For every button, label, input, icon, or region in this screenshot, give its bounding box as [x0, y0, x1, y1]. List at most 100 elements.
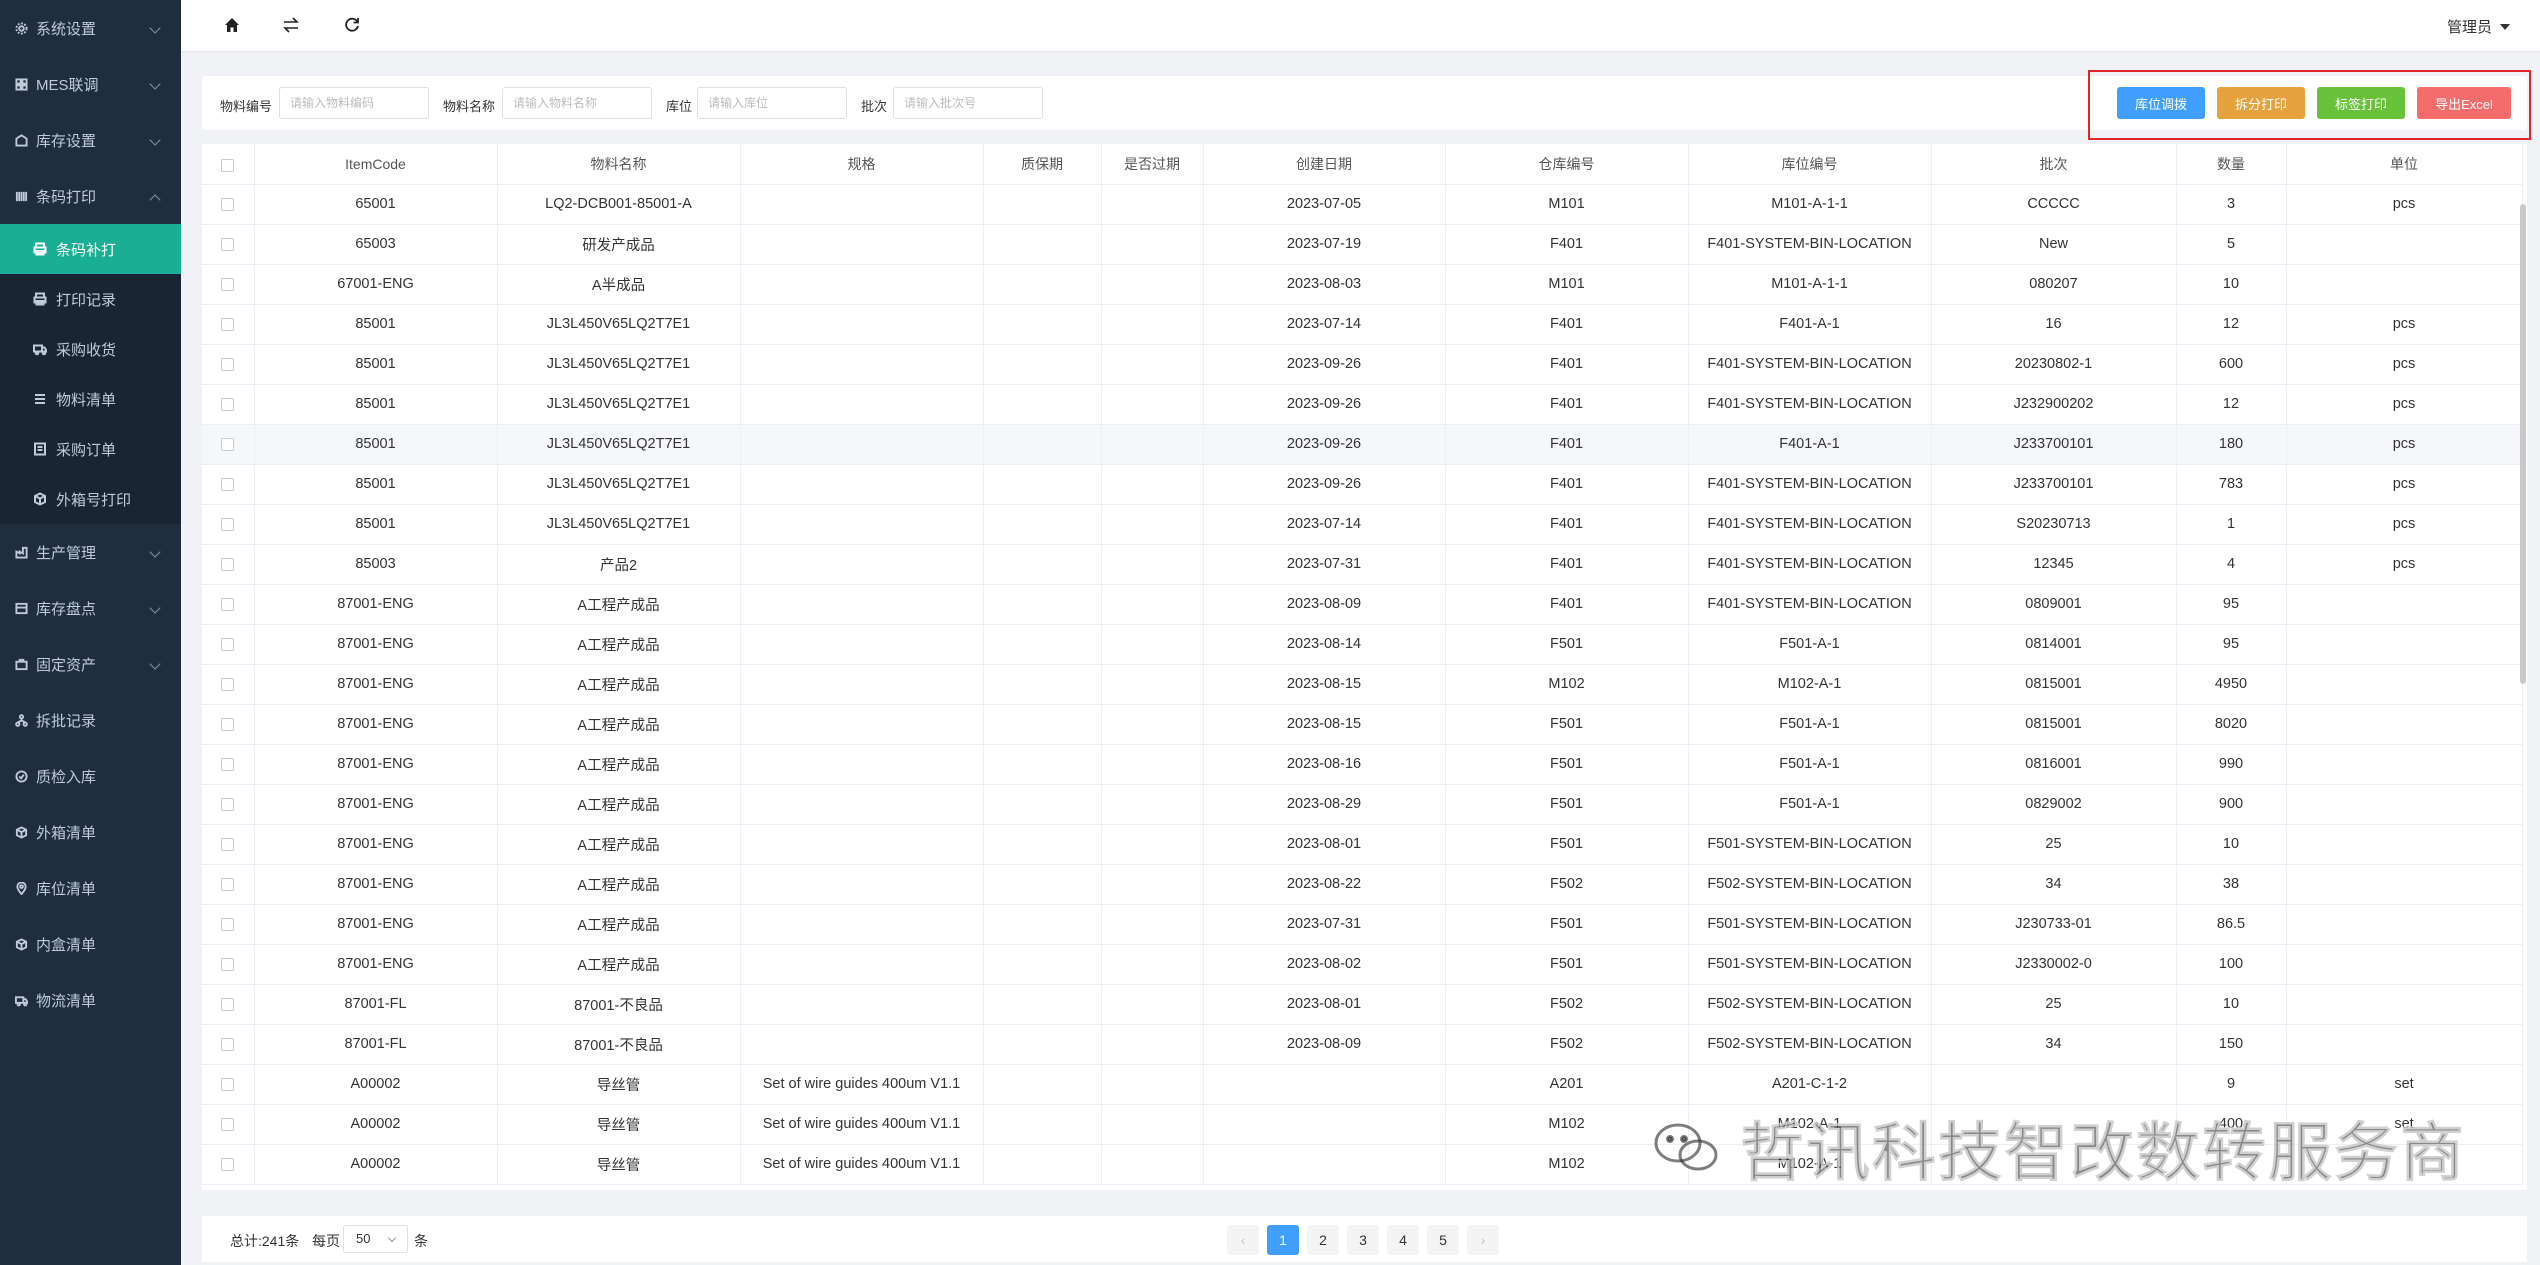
row-select-cell[interactable]	[202, 624, 255, 665]
table-row[interactable]: 85003 产品2 2023-07-31 F401 F401-SYSTEM-BIN-LO…	[202, 544, 2523, 585]
row-select-cell[interactable]	[202, 264, 255, 305]
sidebar-item-5[interactable]: 打印记录	[0, 274, 181, 324]
row-checkbox[interactable]	[221, 557, 235, 571]
row-checkbox[interactable]	[221, 717, 235, 731]
column-header[interactable]: 单位	[2286, 144, 2523, 185]
sidebar-item-11[interactable]: 库存盘点	[0, 580, 181, 636]
row-checkbox[interactable]	[221, 397, 235, 411]
sidebar-item-0[interactable]: 系统设置	[0, 0, 181, 56]
row-select-cell[interactable]	[202, 1024, 255, 1065]
row-select-cell[interactable]	[202, 584, 255, 625]
table-row[interactable]: 87001-ENG A工程产成品 2023-08-02 F501 F501-SYSTEM…	[202, 944, 2523, 985]
table-row[interactable]: 87001-ENG A工程产成品 2023-08-15 M102 M102-A-1 081…	[202, 664, 2523, 705]
column-header[interactable]: 库位编号	[1688, 144, 1932, 185]
user-menu[interactable]: 管理员	[2447, 16, 2510, 37]
select-all-checkbox[interactable]	[221, 158, 235, 172]
row-select-cell[interactable]	[202, 504, 255, 545]
row-checkbox[interactable]	[221, 797, 235, 811]
sidebar-item-3[interactable]: 条码打印	[0, 168, 181, 224]
next-page-button[interactable]: ›	[1467, 1225, 1499, 1255]
row-select-cell[interactable]	[202, 1064, 255, 1105]
row-checkbox[interactable]	[221, 837, 235, 851]
row-checkbox[interactable]	[221, 317, 235, 331]
switch-icon[interactable]	[278, 12, 304, 38]
export-excel-button[interactable]: 导出Excel	[2417, 87, 2511, 119]
table-row[interactable]: 87001-ENG A工程产成品 2023-08-15 F501 F501-A-1 081…	[202, 704, 2523, 745]
table-row[interactable]: 87001-ENG A工程产成品 2023-08-29 F501 F501-A-1 082…	[202, 784, 2523, 825]
row-checkbox[interactable]	[221, 197, 235, 211]
page-button[interactable]: 3	[1347, 1225, 1379, 1255]
column-header[interactable]: 物料名称	[497, 144, 741, 185]
row-select-cell[interactable]	[202, 864, 255, 905]
row-select-cell[interactable]	[202, 704, 255, 745]
sidebar-item-15[interactable]: 外箱清单	[0, 804, 181, 860]
table-row[interactable]: 85001 JL3L450V65LQ2T7E1 2023-07-14 F401 F401…	[202, 504, 2523, 545]
sidebar-item-6[interactable]: 采购收货	[0, 324, 181, 374]
sidebar-item-18[interactable]: 物流清单	[0, 972, 181, 1028]
row-select-cell[interactable]	[202, 824, 255, 865]
item-code-input[interactable]	[279, 87, 429, 119]
table-row[interactable]: 67001-ENG A半成品 2023-08-03 M101 M101-A-1-1 080…	[202, 264, 2523, 305]
table-row[interactable]: 85001 JL3L450V65LQ2T7E1 2023-09-26 F401 F401…	[202, 384, 2523, 425]
page-size-select[interactable]: 50	[343, 1225, 408, 1253]
table-row[interactable]: 87001-FL 87001-不良品 2023-08-09 F502 F502-SYST…	[202, 1024, 2523, 1065]
table-row[interactable]: 87001-ENG A工程产成品 2023-08-01 F501 F501-SYSTEM…	[202, 824, 2523, 865]
row-select-cell[interactable]	[202, 1144, 255, 1185]
refresh-icon[interactable]	[339, 12, 365, 38]
table-row[interactable]: 87001-ENG A工程产成品 2023-08-14 F501 F501-A-1 081…	[202, 624, 2523, 665]
sidebar-item-17[interactable]: 内盒清单	[0, 916, 181, 972]
row-checkbox[interactable]	[221, 757, 235, 771]
page-button[interactable]: 2	[1307, 1225, 1339, 1255]
table-row[interactable]: 87001-ENG A工程产成品 2023-08-16 F501 F501-A-1 081…	[202, 744, 2523, 785]
row-checkbox[interactable]	[221, 997, 235, 1011]
table-row[interactable]: 87001-FL 87001-不良品 2023-08-01 F502 F502-SYST…	[202, 984, 2523, 1025]
table-row[interactable]: 65003 研发产成品 2023-07-19 F401 F401-SYSTEM-BIN-…	[202, 224, 2523, 265]
row-select-cell[interactable]	[202, 784, 255, 825]
sidebar-item-2[interactable]: 库存设置	[0, 112, 181, 168]
sidebar-item-13[interactable]: 拆批记录	[0, 692, 181, 748]
row-select-cell[interactable]	[202, 184, 255, 225]
column-header[interactable]: 是否过期	[1101, 144, 1204, 185]
sidebar-item-16[interactable]: 库位清单	[0, 860, 181, 916]
table-row[interactable]: 85001 JL3L450V65LQ2T7E1 2023-09-26 F401 F401…	[202, 464, 2523, 505]
row-select-cell[interactable]	[202, 1104, 255, 1145]
row-checkbox[interactable]	[221, 677, 235, 691]
row-select-cell[interactable]	[202, 984, 255, 1025]
row-select-cell[interactable]	[202, 944, 255, 985]
item-name-input[interactable]	[502, 87, 652, 119]
split-print-button[interactable]: 拆分打印	[2217, 87, 2305, 119]
label-print-button[interactable]: 标签打印	[2317, 87, 2405, 119]
row-checkbox[interactable]	[221, 277, 235, 291]
sidebar-item-1[interactable]: MES联调	[0, 56, 181, 112]
sidebar-item-9[interactable]: 外箱号打印	[0, 474, 181, 524]
row-select-cell[interactable]	[202, 344, 255, 385]
row-checkbox[interactable]	[221, 1117, 235, 1131]
table-row[interactable]: 87001-ENG A工程产成品 2023-07-31 F501 F501-SYSTEM…	[202, 904, 2523, 945]
row-checkbox[interactable]	[221, 1077, 235, 1091]
row-select-cell[interactable]	[202, 424, 255, 465]
row-checkbox[interactable]	[221, 237, 235, 251]
row-checkbox[interactable]	[221, 437, 235, 451]
row-checkbox[interactable]	[221, 877, 235, 891]
row-select-cell[interactable]	[202, 544, 255, 585]
table-row[interactable]: A00002 导丝管 Set of wire guides 400um V1.1 A2…	[202, 1064, 2523, 1105]
row-select-cell[interactable]	[202, 384, 255, 425]
row-checkbox[interactable]	[221, 597, 235, 611]
row-checkbox[interactable]	[221, 917, 235, 931]
batch-input[interactable]	[893, 87, 1043, 119]
column-header[interactable]: 质保期	[983, 144, 1102, 185]
column-header[interactable]: 创建日期	[1203, 144, 1446, 185]
row-checkbox[interactable]	[221, 517, 235, 531]
home-icon[interactable]	[219, 12, 245, 38]
sidebar-item-12[interactable]: 固定资产	[0, 636, 181, 692]
table-row[interactable]: 65001 LQ2-DCB001-85001-A 2023-07-05 M101 M10…	[202, 184, 2523, 225]
column-header[interactable]: 批次	[1931, 144, 2177, 185]
page-button[interactable]: 5	[1427, 1225, 1459, 1255]
row-checkbox[interactable]	[221, 357, 235, 371]
column-header[interactable]: 数量	[2176, 144, 2287, 185]
table-row[interactable]: 85001 JL3L450V65LQ2T7E1 2023-09-26 F401 F401…	[202, 424, 2523, 465]
sidebar-item-7[interactable]: 物料清单	[0, 374, 181, 424]
row-select-cell[interactable]	[202, 744, 255, 785]
vertical-scrollbar[interactable]	[2520, 204, 2526, 684]
column-header[interactable]: 规格	[740, 144, 984, 185]
